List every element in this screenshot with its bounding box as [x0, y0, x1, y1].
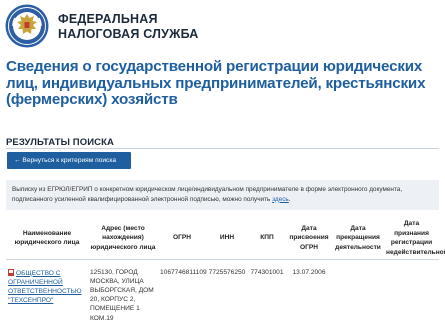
- pdf-document-icon[interactable]: [8, 268, 14, 276]
- extract-download-link[interactable]: здесь: [272, 196, 289, 203]
- logo-text-line-2: НАЛОГОВАЯ СЛУЖБА: [58, 27, 199, 41]
- divider: [6, 148, 439, 149]
- column-header-kpp: КПП: [248, 218, 286, 260]
- results-table: Наименование юридического лица Адрес (ме…: [6, 218, 445, 320]
- column-header-end-date: Дата прекращения деятельности: [332, 218, 384, 260]
- column-header-invalid-date: Дата признания регистрации недействитель…: [384, 218, 445, 260]
- cell-end-date: [332, 259, 384, 320]
- column-header-ogrn: ОГРН: [158, 218, 206, 260]
- page-title: Сведения о государственной регистрации ю…: [6, 58, 426, 108]
- column-header-name: Наименование юридического лица: [6, 218, 88, 260]
- company-name-link[interactable]: ОБЩЕСТВО С ОГРАНИЧЕННОЙ ОТВЕТСТВЕННОСТЬЮ…: [8, 270, 82, 305]
- cell-reg-date: 13.07.2006: [292, 268, 326, 276]
- back-to-search-button[interactable]: ← Вернуться к критериям поиска: [7, 152, 131, 169]
- logo-text-line-1: ФЕДЕРАЛЬНАЯ: [58, 12, 158, 26]
- site-header: ФЕДЕРАЛЬНАЯ НАЛОГОВАЯ СЛУЖБА: [0, 0, 445, 52]
- column-header-reg-date: Дата присвоения ОГРН: [286, 218, 332, 260]
- cell-kpp: 774301001: [250, 268, 284, 276]
- extract-info-panel: Выписку из ЕГРЮЛ/ЕГРИП о конкретном юрид…: [6, 180, 439, 210]
- cell-name: ОБЩЕСТВО С ОГРАНИЧЕННОЙ ОТВЕТСТВЕННОСТЬЮ…: [6, 259, 88, 320]
- column-header-address: Адрес (место нахождения) юридического ли…: [88, 218, 158, 260]
- fns-emblem-icon[interactable]: [5, 3, 49, 49]
- extract-info-end: .: [288, 195, 291, 203]
- extract-info-text: Выписку из ЕГРЮЛ/ЕГРИП о конкретном юрид…: [12, 185, 432, 204]
- cell-ogrn: 1067746811109: [160, 268, 207, 276]
- table-row: ОБЩЕСТВО С ОГРАНИЧЕННОЙ ОТВЕТСТВЕННОСТЬЮ…: [6, 259, 439, 320]
- table-header-row: Наименование юридического лица Адрес (ме…: [6, 218, 445, 260]
- column-header-inn: ИНН: [206, 218, 248, 260]
- logo-text[interactable]: ФЕДЕРАЛЬНАЯ НАЛОГОВАЯ СЛУЖБА: [58, 12, 199, 42]
- results-heading: РЕЗУЛЬТАТЫ ПОИСКА: [6, 137, 114, 148]
- cell-address: 125130, ГОРОД МОСКВА, УЛИЦА ВЫБОРГСКАЯ, …: [90, 268, 154, 320]
- cell-inn: 7725576250: [208, 268, 246, 276]
- extract-info-message: Выписку из ЕГРЮЛ/ЕГРИП о конкретном юрид…: [12, 186, 403, 203]
- cell-invalid-date: [384, 259, 439, 320]
